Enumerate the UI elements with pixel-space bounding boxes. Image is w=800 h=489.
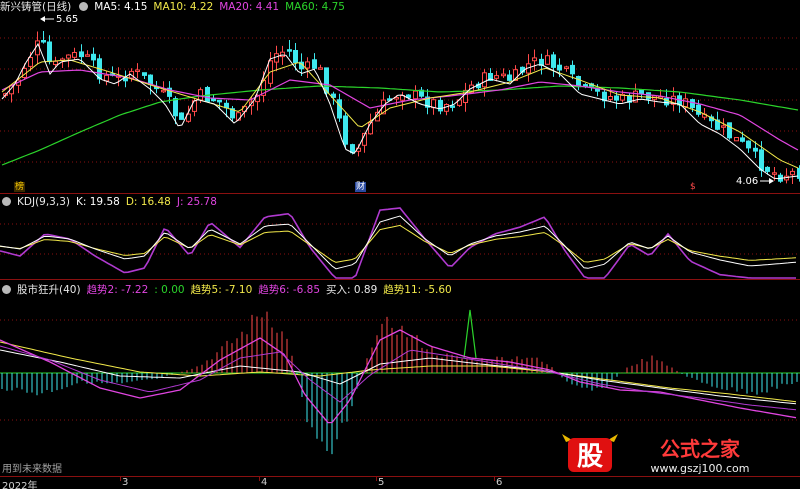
candle	[205, 85, 210, 102]
candle	[142, 72, 147, 79]
x-tick-label: 3	[122, 477, 129, 488]
candle	[368, 113, 373, 135]
candle	[734, 137, 739, 142]
x-tick-mark	[494, 477, 495, 481]
high-price-pointer	[40, 16, 54, 22]
stock-chart-window: { "main_header": { "name": "新兴铸管(日线)", "…	[0, 0, 800, 489]
candle	[381, 91, 386, 115]
x-tick-label: 5	[378, 477, 385, 488]
candlestick-chart[interactable]: 5.65 4.06	[0, 0, 800, 193]
ma20-line	[1, 69, 799, 151]
logo-title: 公式之家	[660, 437, 741, 461]
candle	[287, 40, 292, 57]
event-marker-finance[interactable]: 财	[355, 182, 367, 192]
candle	[123, 70, 128, 88]
candle	[312, 53, 317, 70]
candle	[576, 75, 581, 91]
candle	[784, 168, 789, 184]
candle	[72, 47, 77, 60]
high-price-label: 5.65	[56, 14, 78, 25]
candle	[602, 88, 607, 109]
candle	[696, 99, 701, 117]
candle	[337, 93, 342, 122]
low-price-label: 4.06	[736, 176, 758, 187]
candle	[507, 70, 512, 82]
candle	[230, 106, 235, 122]
x-tick-label: 2022年	[2, 481, 38, 489]
logo-url: www.gszj100.com	[650, 462, 749, 475]
candle	[85, 50, 90, 57]
candle	[104, 70, 109, 86]
x-axis: 2022年 3 4 5 6	[0, 476, 800, 489]
candle	[419, 87, 424, 98]
candle	[501, 68, 506, 78]
candle	[551, 51, 556, 77]
candle	[746, 140, 751, 153]
candle	[570, 60, 575, 80]
watermark-logo: 股 公式之家 www.gszj100.com	[560, 432, 780, 476]
event-marker-dollar[interactable]: $	[689, 182, 697, 192]
x-tick-mark	[376, 477, 377, 481]
logo-glyph: 股	[577, 442, 603, 472]
event-marker-ranking[interactable]: 榜	[14, 182, 26, 192]
candle	[35, 31, 40, 65]
kdj-chart[interactable]	[0, 194, 800, 279]
candle	[318, 64, 323, 70]
candle	[413, 85, 418, 109]
buy-signal-spike	[463, 309, 477, 359]
candle	[539, 53, 544, 75]
candle	[664, 89, 669, 108]
x-tick-mark	[259, 477, 260, 481]
candles	[3, 31, 800, 184]
indicator-gridlines	[0, 319, 800, 421]
x-tick-mark	[120, 477, 121, 481]
ma5-line	[1, 42, 799, 180]
candle	[91, 47, 96, 67]
low-price-pointer	[760, 178, 774, 184]
kdj-j-line	[0, 207, 796, 279]
candle	[47, 35, 52, 65]
candle	[532, 49, 537, 71]
candle	[727, 122, 732, 140]
candle	[545, 49, 550, 65]
candle	[721, 118, 726, 136]
future-data-note: 用到未来数据	[2, 462, 62, 475]
x-tick-label: 6	[496, 477, 503, 488]
trend6-line	[0, 345, 797, 411]
candle	[305, 57, 310, 78]
candle	[179, 112, 184, 120]
candle	[274, 45, 279, 72]
candle	[135, 63, 140, 79]
candle	[268, 52, 273, 88]
candle	[677, 92, 682, 113]
candle	[463, 82, 468, 112]
candle	[564, 65, 569, 72]
candle	[343, 112, 348, 149]
candle	[425, 89, 430, 115]
x-tick-label: 4	[261, 477, 268, 488]
candle	[41, 31, 46, 44]
candle	[450, 100, 455, 112]
candle	[438, 97, 443, 115]
candle	[444, 103, 449, 116]
